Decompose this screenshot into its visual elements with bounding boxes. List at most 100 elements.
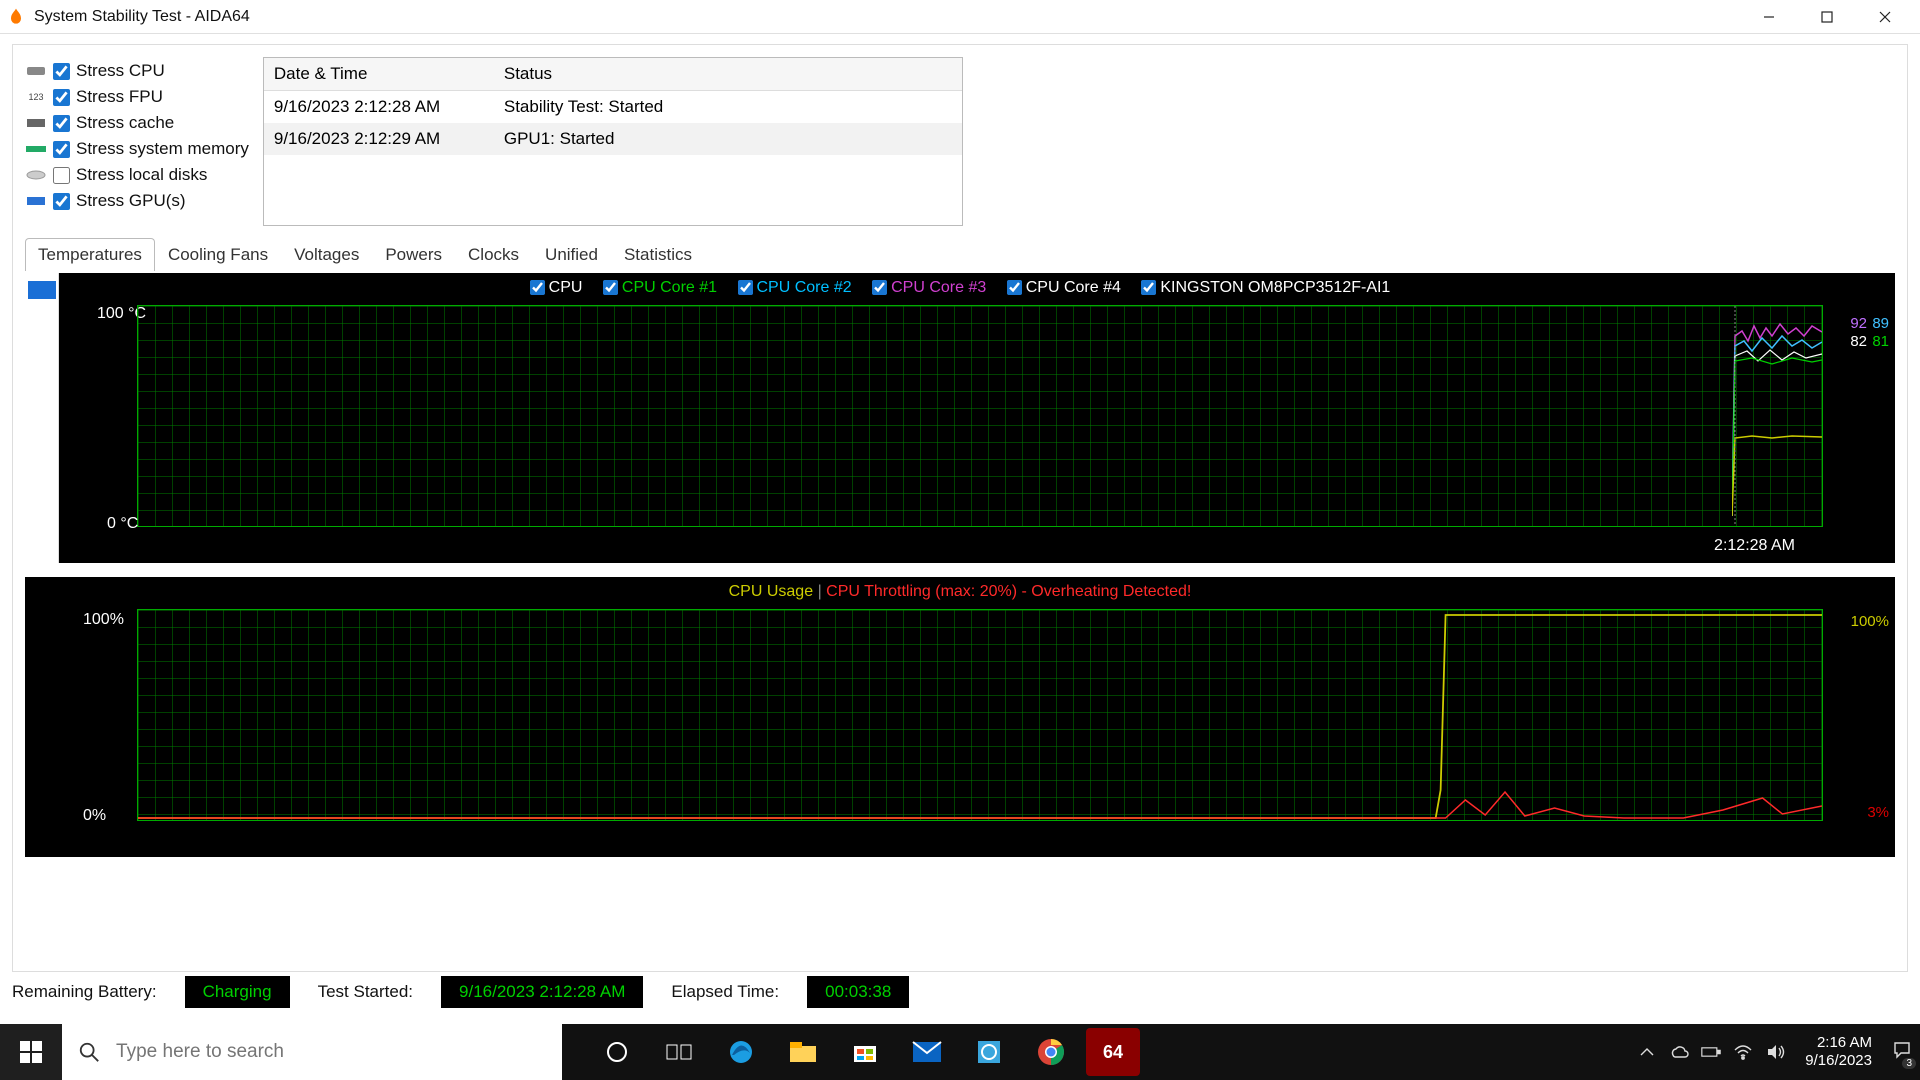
temp-axis-min: 0 °C xyxy=(107,515,138,533)
search-input[interactable] xyxy=(116,1041,546,1063)
cortana-icon[interactable] xyxy=(590,1028,644,1076)
battery-value: Charging xyxy=(185,976,290,1008)
stress-label: Stress cache xyxy=(76,113,174,133)
graph-scrollbar[interactable] xyxy=(25,273,59,563)
temp-readouts: 92 89 82 81 xyxy=(1850,315,1889,351)
stress-disks-checkbox[interactable]: Stress local disks xyxy=(25,165,249,185)
legend-toggle-cpu[interactable] xyxy=(530,280,545,295)
main-frame: Stress CPU 123 Stress FPU Stress cache S… xyxy=(12,44,1908,972)
legend-label: CPU Core #1 xyxy=(622,279,717,296)
legend-toggle-core4[interactable] xyxy=(1007,280,1022,295)
stress-cpu-checkbox[interactable]: Stress CPU xyxy=(25,61,249,81)
usage-readout-lo: 3% xyxy=(1867,804,1889,821)
usage-axis-max: 100% xyxy=(83,611,124,629)
stress-label: Stress GPU(s) xyxy=(76,191,186,211)
legend-toggle-kingston[interactable] xyxy=(1141,280,1156,295)
fpu-icon: 123 xyxy=(25,90,47,104)
temp-grid xyxy=(137,305,1823,527)
clock-time: 2:16 AM xyxy=(1805,1034,1872,1052)
stress-options: Stress CPU 123 Stress FPU Stress cache S… xyxy=(25,57,249,211)
log-cell-date: 9/16/2023 2:12:29 AM xyxy=(264,123,494,155)
mail-icon[interactable] xyxy=(900,1028,954,1076)
log-header-date: Date & Time xyxy=(264,58,494,90)
stress-label: Stress system memory xyxy=(76,139,249,159)
stress-label: Stress local disks xyxy=(76,165,207,185)
close-button[interactable] xyxy=(1856,0,1914,34)
started-value: 9/16/2023 2:12:28 AM xyxy=(441,976,643,1008)
legend-label: CPU Core #3 xyxy=(891,279,986,296)
elapsed-label: Elapsed Time: xyxy=(671,982,779,1002)
volume-tray-icon[interactable] xyxy=(1765,1042,1785,1062)
start-menu-button[interactable] xyxy=(0,1024,62,1080)
notification-badge: 3 xyxy=(1902,1058,1916,1069)
taskbar-clock[interactable]: 2:16 AM 9/16/2023 xyxy=(1805,1034,1872,1070)
stress-label: Stress FPU xyxy=(76,87,163,107)
app-icon xyxy=(6,7,26,27)
chevron-up-icon[interactable] xyxy=(1637,1042,1657,1062)
usage-title: CPU Usage xyxy=(729,583,813,600)
usage-readout-hi: 100% xyxy=(1851,613,1889,630)
cpu-chip-icon xyxy=(25,64,47,78)
log-header-status: Status xyxy=(494,58,962,90)
tab-statistics[interactable]: Statistics xyxy=(611,238,705,271)
started-label: Test Started: xyxy=(318,982,413,1002)
chrome-icon[interactable] xyxy=(1024,1028,1078,1076)
stress-memory-checkbox[interactable]: Stress system memory xyxy=(25,139,249,159)
windows-taskbar: 64 2:16 AM 9/16/2023 3 xyxy=(0,1024,1920,1080)
tab-unified[interactable]: Unified xyxy=(532,238,611,271)
legend-toggle-core3[interactable] xyxy=(872,280,887,295)
stress-cache-checkbox[interactable]: Stress cache xyxy=(25,113,249,133)
file-explorer-icon[interactable] xyxy=(776,1028,830,1076)
status-row: Remaining Battery: Charging Test Started… xyxy=(12,974,1908,1010)
legend-label: CPU Core #4 xyxy=(1026,279,1121,296)
minimize-button[interactable] xyxy=(1740,0,1798,34)
maximize-button[interactable] xyxy=(1798,0,1856,34)
log-row[interactable]: 9/16/2023 2:12:28 AM Stability Test: Sta… xyxy=(264,91,962,123)
stress-fpu-checkbox[interactable]: 123 Stress FPU xyxy=(25,87,249,107)
throttling-warning: CPU Throttling (max: 20%) - Overheating … xyxy=(826,583,1191,600)
tab-cooling-fans[interactable]: Cooling Fans xyxy=(155,238,281,271)
elapsed-value: 00:03:38 xyxy=(807,976,909,1008)
onedrive-tray-icon[interactable] xyxy=(1669,1042,1689,1062)
cache-icon xyxy=(25,116,47,130)
battery-label: Remaining Battery: xyxy=(12,982,157,1002)
window-titlebar: System Stability Test - AIDA64 xyxy=(0,0,1920,34)
tab-powers[interactable]: Powers xyxy=(372,238,455,271)
disk-icon xyxy=(25,168,47,182)
taskbar-search[interactable] xyxy=(62,1024,562,1080)
temp-timestamp: 2:12:28 AM xyxy=(1714,537,1795,555)
battery-tray-icon[interactable] xyxy=(1701,1042,1721,1062)
action-center-icon[interactable]: 3 xyxy=(1892,1040,1912,1065)
usage-legend: CPU Usage | CPU Throttling (max: 20%) - … xyxy=(25,583,1895,601)
ms-store-icon[interactable] xyxy=(838,1028,892,1076)
log-row[interactable]: 9/16/2023 2:12:29 AM GPU1: Started xyxy=(264,123,962,155)
search-icon xyxy=(78,1040,100,1064)
stress-gpu-checkbox[interactable]: Stress GPU(s) xyxy=(25,191,249,211)
app-icon-generic[interactable] xyxy=(962,1028,1016,1076)
tab-temperatures[interactable]: Temperatures xyxy=(25,238,155,271)
wifi-tray-icon[interactable] xyxy=(1733,1042,1753,1062)
usage-axis-min: 0% xyxy=(83,807,106,825)
log-cell-status: GPU1: Started xyxy=(494,123,962,155)
legend-label: CPU xyxy=(549,279,583,296)
tab-clocks[interactable]: Clocks xyxy=(455,238,532,271)
stress-label: Stress CPU xyxy=(76,61,165,81)
window-title: System Stability Test - AIDA64 xyxy=(34,8,250,26)
legend-label: KINGSTON OM8PCP3512F-AI1 xyxy=(1160,279,1390,296)
log-cell-date: 9/16/2023 2:12:28 AM xyxy=(264,91,494,123)
usage-grid xyxy=(137,609,1823,821)
edge-icon[interactable] xyxy=(714,1028,768,1076)
usage-graph-panel: CPU Usage | CPU Throttling (max: 20%) - … xyxy=(25,577,1895,857)
clock-date: 9/16/2023 xyxy=(1805,1052,1872,1070)
temperature-legend: CPU CPU Core #1 CPU Core #2 CPU Core #3 … xyxy=(25,279,1895,297)
tab-voltages[interactable]: Voltages xyxy=(281,238,372,271)
legend-toggle-core2[interactable] xyxy=(738,280,753,295)
legend-toggle-core1[interactable] xyxy=(603,280,618,295)
event-log-table: Date & Time Status 9/16/2023 2:12:28 AM … xyxy=(263,57,963,226)
ram-icon xyxy=(25,142,47,156)
graph-tabs: Temperatures Cooling Fans Voltages Power… xyxy=(25,238,1895,271)
aida64-taskbar-icon[interactable]: 64 xyxy=(1086,1028,1140,1076)
log-cell-status: Stability Test: Started xyxy=(494,91,962,123)
gpu-icon xyxy=(25,194,47,208)
task-view-icon[interactable] xyxy=(652,1028,706,1076)
